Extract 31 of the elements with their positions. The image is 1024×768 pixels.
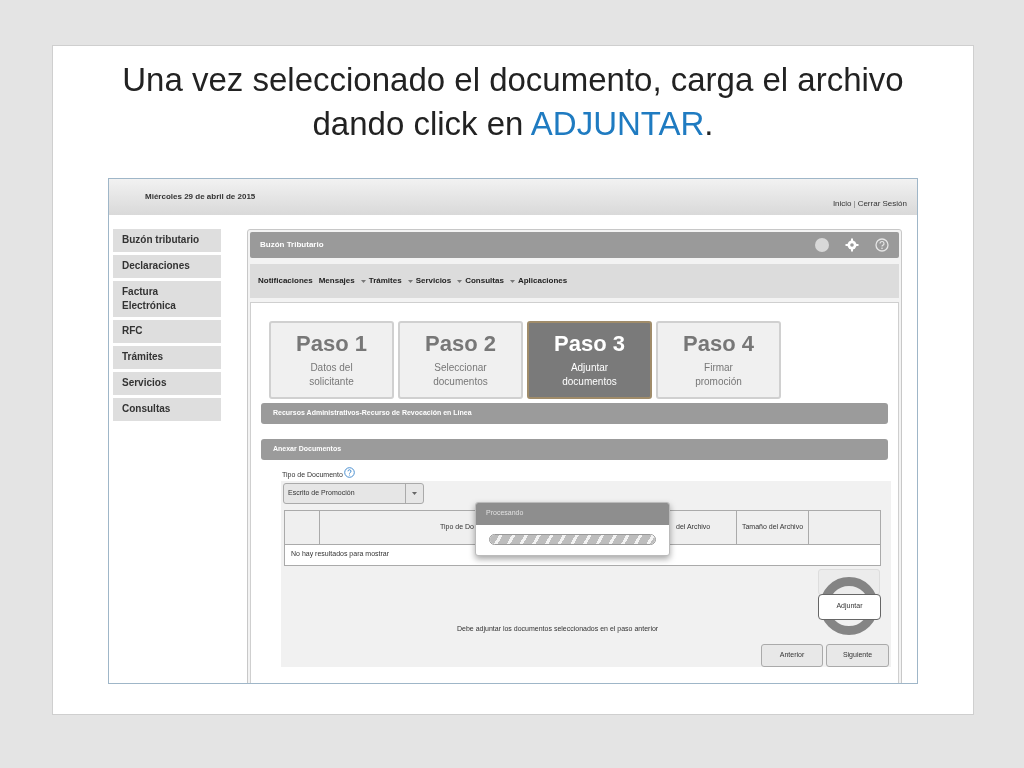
sidebar-item[interactable]: Buzón tributario (113, 229, 221, 252)
sidebar-item[interactable]: Factura Electrónica (113, 281, 221, 317)
step-tab[interactable]: Paso 2 Seleccionar documentos (398, 321, 523, 399)
menu-item[interactable]: Aplicaciones (509, 275, 568, 287)
menu-item[interactable]: Mensajes (318, 275, 355, 287)
logout-link[interactable]: Cerrar Sesión (857, 198, 907, 210)
link-separator: | (853, 198, 856, 210)
menu-item[interactable]: Servicios (407, 275, 452, 287)
panel-title: Buzón Tributario (260, 239, 324, 251)
sidebar-item[interactable]: Declaraciones (113, 255, 221, 278)
date-text: Miércoles 29 de abril de 2015 (145, 191, 256, 203)
sidebar-item[interactable]: Consultas (113, 398, 221, 421)
step-tab[interactable]: Paso 4 Firmar promoción (656, 321, 781, 399)
settings-icon[interactable] (845, 238, 859, 252)
circle-icon[interactable] (815, 238, 829, 252)
home-link[interactable]: Inicio (832, 198, 852, 210)
step-tab[interactable]: Paso 3 Adjuntar documentos (527, 321, 652, 399)
menu-item[interactable]: Notificaciones (258, 275, 313, 287)
menu-item[interactable]: Trámites (360, 275, 402, 287)
sidebar-item[interactable]: Servicios (113, 372, 221, 395)
caret-icon (457, 279, 463, 283)
caret-icon (412, 491, 417, 495)
caret-icon (407, 279, 413, 283)
sidebar-item[interactable]: RFC (113, 320, 221, 343)
sidebar-item[interactable]: Trámites (113, 346, 221, 369)
menu-item[interactable]: Consultas (457, 275, 504, 287)
step-tab[interactable]: Paso 1 Datos del solicitante (269, 321, 394, 399)
help-icon[interactable] (343, 467, 355, 478)
slide-title: Una vez seleccionado el documento, carga el archivo dando click en ADJUNTAR. (121, 60, 905, 144)
caret-icon (360, 279, 366, 283)
caret-icon (509, 279, 515, 283)
